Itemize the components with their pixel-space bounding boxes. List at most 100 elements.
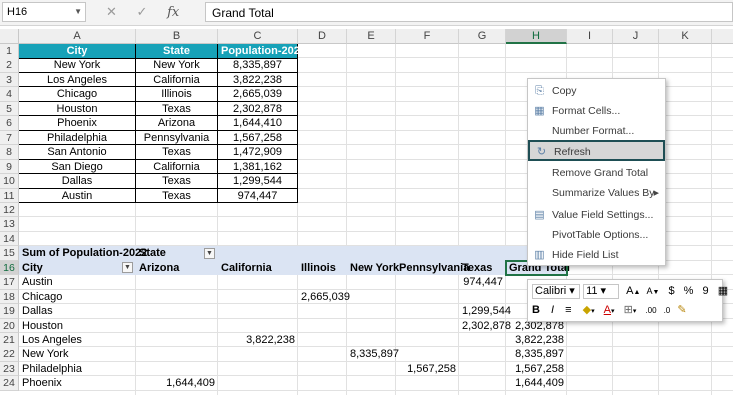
table-cell[interactable]: California [136, 72, 218, 88]
row-header-19[interactable]: 19 [0, 304, 19, 319]
row-header-21[interactable]: 21 [0, 333, 19, 348]
column-header-c[interactable]: C [218, 29, 298, 44]
menu-item-pivottable-options[interactable]: PivotTable Options... [528, 225, 665, 246]
row-header-6[interactable]: 6 [0, 116, 19, 131]
filter-dropdown-icon[interactable]: ▼ [122, 262, 133, 274]
select-all-corner[interactable] [0, 29, 19, 44]
row-header-14[interactable]: 14 [0, 231, 19, 247]
column-header-e[interactable]: E [347, 29, 396, 44]
pivot-state-header[interactable]: Arizona [136, 261, 218, 276]
pivot-row-label[interactable]: Chicago [19, 290, 136, 305]
bold-icon[interactable]: B [532, 304, 540, 316]
formula-input[interactable]: Grand Total [205, 2, 733, 22]
pivot-state-header[interactable]: Illinois [298, 261, 347, 276]
filter-dropdown-icon[interactable]: ▼ [204, 247, 215, 259]
percent-icon[interactable]: % [684, 285, 694, 297]
currency-icon[interactable]: $ [668, 285, 674, 297]
table-cell[interactable]: Dallas [19, 174, 136, 189]
row-header-24[interactable]: 24 [0, 376, 19, 391]
column-header-d[interactable]: D [298, 29, 347, 44]
comma-style-icon[interactable]: 9 [703, 285, 709, 297]
table-cell[interactable]: Illinois [136, 87, 218, 102]
pivot-value-cell[interactable]: 8,335,897 [506, 347, 567, 362]
table-cell[interactable]: Texas [136, 101, 218, 117]
row-header-23[interactable]: 23 [0, 361, 19, 377]
row-header-20[interactable]: 20 [0, 318, 19, 334]
pivot-state-header[interactable]: California [218, 261, 298, 276]
pivot-row-label[interactable]: Phoenix [19, 376, 136, 391]
table-cell[interactable]: Texas [136, 174, 218, 189]
font-size-box[interactable]: 11 ▾ [583, 283, 620, 299]
row-header-12[interactable]: 12 [0, 202, 19, 218]
row-header-2[interactable]: 2 [0, 58, 19, 73]
menu-item-summarize-values-by[interactable]: Summarize Values By ▶ [528, 183, 665, 204]
column-header-a[interactable]: A [19, 29, 136, 44]
pivot-value-cell[interactable]: 1,644,409 [136, 376, 218, 391]
pivot-value-cell[interactable]: 974,447 [459, 275, 506, 290]
row-header-22[interactable]: 22 [0, 347, 19, 362]
column-header-l[interactable]: L [712, 29, 733, 44]
pivot-row-label[interactable]: Los Angeles [19, 333, 136, 348]
table-cell[interactable]: Los Angeles [19, 72, 136, 88]
format-painter-icon[interactable]: ✎ [677, 304, 686, 316]
row-header-11[interactable]: 11 [0, 188, 19, 203]
font-name-box[interactable]: Calibri ▾ [532, 283, 580, 299]
table-header-cell[interactable]: City [19, 44, 136, 59]
align-icon[interactable]: ≡ [565, 304, 571, 316]
pivot-state-header[interactable]: New York [347, 261, 399, 276]
column-header-k[interactable]: K [659, 29, 712, 44]
pivot-row-label[interactable]: Dallas [19, 304, 136, 319]
enter-icon[interactable]: ✓ [137, 4, 148, 19]
row-header-10[interactable]: 10 [0, 174, 19, 189]
pivot-value-cell[interactable]: 2,302,878 [459, 319, 511, 334]
name-box[interactable]: H16 ▼ [2, 2, 86, 22]
table-cell[interactable]: 974,447 [218, 188, 298, 203]
pivot-row-label[interactable]: Philadelphia [19, 362, 136, 377]
table-cell[interactable]: Arizona [136, 116, 218, 131]
cancel-icon[interactable]: ✕ [106, 4, 117, 19]
table-cell[interactable]: 1,381,162 [218, 159, 298, 175]
row-header-5[interactable]: 5 [0, 101, 19, 117]
pivot-value-cell[interactable]: 8,335,897 [347, 347, 399, 362]
row-header-9[interactable]: 9 [0, 159, 19, 175]
pivot-value-cell[interactable]: 1,299,544 [459, 304, 511, 319]
row-header-8[interactable]: 8 [0, 145, 19, 160]
table-cell[interactable]: Houston [19, 101, 136, 117]
table-cell[interactable]: Texas [136, 188, 218, 203]
pivot-value-cell[interactable]: 3,822,238 [218, 333, 298, 348]
pivot-rows-label[interactable]: City [19, 261, 136, 276]
menu-item-refresh[interactable]: ↻ Refresh [528, 140, 665, 161]
pivot-row-label[interactable]: New York [19, 347, 136, 362]
pivot-row-label[interactable]: Austin [19, 275, 136, 290]
menu-item-hide-field-list[interactable]: ▥ Hide Field List [528, 245, 665, 266]
table-cell[interactable]: 3,822,238 [218, 72, 298, 88]
table-cell[interactable]: 1,644,410 [218, 116, 298, 131]
table-cell[interactable]: Texas [136, 145, 218, 160]
table-cell[interactable]: 1,299,544 [218, 174, 298, 189]
table-cell[interactable]: Austin [19, 188, 136, 203]
table-header-cell[interactable]: State [136, 44, 218, 59]
table-cell[interactable]: 1,567,258 [218, 130, 298, 146]
column-header-h[interactable]: H [506, 29, 567, 44]
column-header-f[interactable]: F [396, 29, 459, 44]
row-header-13[interactable]: 13 [0, 217, 19, 232]
table-cell[interactable]: Pennsylvania [136, 130, 218, 146]
table-cell[interactable]: New York [136, 58, 218, 73]
fill-color-icon[interactable]: ◆ [583, 304, 591, 316]
pivot-values-label[interactable]: Sum of Population-2022 [19, 246, 149, 261]
borders-icon[interactable]: ⊞ [624, 304, 633, 316]
menu-item-remove-grand-total[interactable]: Remove Grand Total [528, 163, 665, 184]
column-header-i[interactable]: I [567, 29, 613, 44]
menu-item-copy[interactable]: ⎘ Copy [528, 81, 665, 102]
pivot-value-cell[interactable]: 1,567,258 [506, 362, 567, 377]
column-header-j[interactable]: J [613, 29, 659, 44]
row-header-16[interactable]: 16 [0, 260, 19, 276]
format-table-icon[interactable]: ▦ [718, 285, 728, 297]
row-header-7[interactable]: 7 [0, 130, 19, 146]
pivot-value-cell[interactable]: 3,822,238 [506, 333, 567, 348]
row-header-4[interactable]: 4 [0, 87, 19, 102]
table-cell[interactable]: Chicago [19, 87, 136, 102]
table-cell[interactable]: New York [19, 58, 136, 73]
table-header-cell[interactable]: Population-2022 [218, 44, 306, 59]
italic-icon[interactable]: I [551, 304, 554, 316]
